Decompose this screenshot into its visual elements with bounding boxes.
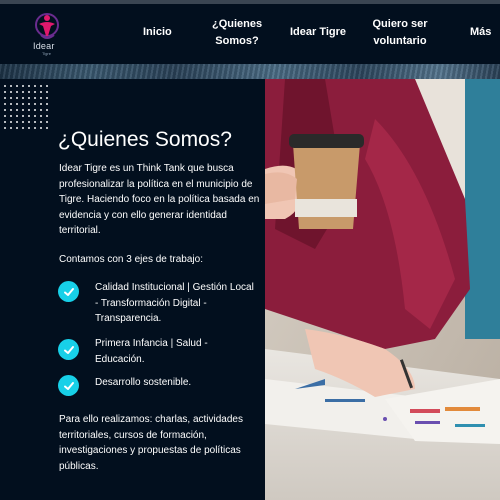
axes-intro: Contamos con 3 ejes de trabajo:	[59, 254, 203, 265]
check-icon	[58, 281, 79, 302]
axis-text: Desarrollo sostenible.	[95, 377, 192, 388]
nav-quienes-somos[interactable]: ¿Quienes Somos?	[212, 16, 262, 50]
nav-quienes-label-line1: ¿Quienes	[212, 18, 263, 30]
nav-inicio-label: Inicio	[143, 26, 172, 38]
check-icon	[58, 375, 79, 396]
decorative-water-strip	[0, 64, 500, 79]
nav-inicio[interactable]: Inicio	[143, 24, 172, 41]
site-header: Idear Tigre Inicio ¿Quienes Somos? Idear…	[0, 4, 500, 64]
photo-illustration	[265, 79, 500, 500]
page-title: ¿Quienes Somos?	[58, 128, 232, 151]
nav-idear-tigre[interactable]: Idear Tigre	[290, 24, 346, 41]
dot-pattern	[2, 83, 50, 131]
closing-text: Para ello realizamos: charlas, actividad…	[59, 414, 243, 472]
nav-quienes-label-line2: Somos?	[215, 35, 259, 47]
about-description: Idear Tigre es un Think Tank que busca p…	[59, 163, 260, 236]
axis-text: Calidad Institucional | Gestión Local - …	[95, 282, 254, 324]
nav-mas-label: Más	[470, 26, 492, 38]
logo-subtext: Tigre	[42, 51, 51, 56]
nav-mas[interactable]: Más	[470, 24, 491, 41]
axis-text: Primera Infancia | Salud - Educación.	[95, 338, 208, 365]
nav-idear-tigre-label: Idear Tigre	[290, 26, 347, 38]
team-meeting-photo	[265, 79, 500, 500]
logo-text: Idear	[33, 41, 55, 51]
nav-voluntario[interactable]: Quiero ser voluntario	[370, 16, 430, 50]
nav-voluntario-label-line1: Quiero ser	[372, 18, 428, 30]
nav-voluntario-label-line2: voluntario	[373, 35, 427, 47]
logo-mark	[35, 13, 59, 39]
check-icon	[58, 339, 79, 360]
